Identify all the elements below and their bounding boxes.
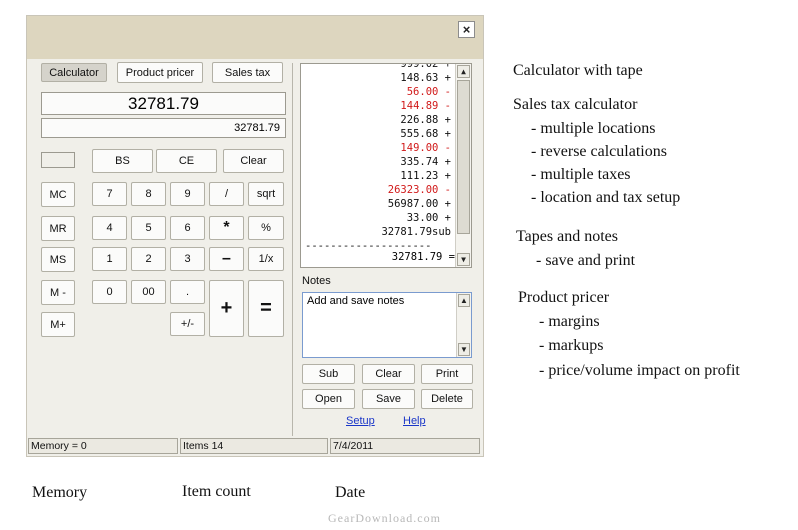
- subtotal-button[interactable]: Sub: [302, 364, 355, 384]
- add-button[interactable]: +: [209, 280, 244, 337]
- delete-button[interactable]: Delete: [421, 389, 473, 409]
- key-1[interactable]: 1: [92, 247, 127, 271]
- caption-date: Date: [335, 484, 366, 501]
- memory-subtract-button[interactable]: M -: [41, 280, 75, 305]
- scroll-down-icon[interactable]: ▼: [458, 343, 470, 356]
- caption-tapes-notes: Tapes and notes: [516, 228, 618, 245]
- caption-sales-tax-item: - multiple locations: [531, 120, 656, 137]
- tape-line: 111.23 +: [400, 170, 451, 182]
- title-bar[interactable]: ×: [27, 16, 483, 59]
- tape-total: 32781.79 =: [391, 251, 455, 263]
- clear-button[interactable]: Clear: [223, 149, 284, 173]
- decimal-button[interactable]: .: [170, 280, 205, 304]
- key-6[interactable]: 6: [170, 216, 205, 240]
- memory-clear-button[interactable]: MC: [41, 182, 75, 207]
- key-2[interactable]: 2: [131, 247, 166, 271]
- close-icon[interactable]: ×: [458, 21, 475, 38]
- tape-line: 149.00 -: [400, 142, 451, 154]
- caption-sales-tax-item: - location and tax setup: [531, 189, 681, 206]
- help-link[interactable]: Help: [403, 415, 426, 427]
- print-button[interactable]: Print: [421, 364, 473, 384]
- multiply-button[interactable]: *: [209, 216, 244, 240]
- clear-entry-button[interactable]: CE: [156, 149, 217, 173]
- tape-list[interactable]: 999.02 + 148.63 + 56.00 - 144.89 - 226.88 + 5…: [300, 63, 472, 268]
- tape-scrollbar[interactable]: ▲ ▼: [455, 64, 471, 267]
- scroll-up-icon[interactable]: ▲: [457, 65, 470, 78]
- secondary-display: 32781.79: [41, 118, 286, 138]
- tape-line: 32781.79sub: [381, 226, 451, 238]
- tab-product-pricer[interactable]: Product pricer: [117, 62, 203, 83]
- caption-product-pricer-item: - markups: [539, 337, 604, 354]
- caption-sales-tax-item: - reverse calculations: [531, 143, 667, 160]
- scroll-up-icon[interactable]: ▲: [458, 294, 470, 307]
- notes-textarea[interactable]: Add and save notes ▲ ▼: [302, 292, 472, 358]
- key-00[interactable]: 00: [131, 280, 166, 304]
- tape-line: 999.02 +: [400, 63, 451, 70]
- tape-line: 226.88 +: [400, 114, 451, 126]
- save-button[interactable]: Save: [362, 389, 415, 409]
- percent-button[interactable]: %: [248, 216, 284, 240]
- memory-recall-button[interactable]: MR: [41, 216, 75, 241]
- tape-lines: 999.02 + 148.63 + 56.00 - 144.89 - 226.88 + 5…: [301, 63, 455, 253]
- key-0[interactable]: 0: [92, 280, 127, 304]
- caption-sales-tax: Sales tax calculator: [513, 96, 638, 113]
- key-9[interactable]: 9: [170, 182, 205, 206]
- status-date: 7/4/2011: [330, 438, 480, 454]
- watermark: GearDownload.com: [328, 511, 441, 525]
- memory-add-button[interactable]: M+: [41, 312, 75, 337]
- divide-button[interactable]: /: [209, 182, 244, 206]
- backspace-button[interactable]: BS: [92, 149, 153, 173]
- caption-item-count: Item count: [182, 483, 251, 500]
- scroll-thumb[interactable]: [457, 80, 470, 234]
- tape-line: 33.00 +: [406, 212, 451, 224]
- status-memory: Memory = 0: [28, 438, 178, 454]
- setup-link[interactable]: Setup: [346, 415, 375, 427]
- status-bar: Memory = 0 Items 14 7/4/2011: [27, 436, 483, 456]
- equals-button[interactable]: =: [248, 280, 284, 337]
- caption-product-pricer: Product pricer: [518, 289, 610, 306]
- key-5[interactable]: 5: [131, 216, 166, 240]
- tape-line: 148.63 +: [400, 72, 451, 84]
- caption-tapes-notes-item: - save and print: [536, 252, 636, 269]
- sqrt-button[interactable]: sqrt: [248, 182, 284, 206]
- notes-scrollbar[interactable]: ▲ ▼: [456, 293, 471, 357]
- tape-line: 26323.00 -: [387, 184, 451, 196]
- notes-text: Add and save notes: [307, 295, 405, 307]
- caption-sales-tax-item: - multiple taxes: [531, 166, 631, 183]
- caption-product-pricer-item: - price/volume impact on profit: [539, 362, 740, 379]
- panel-divider: [292, 63, 293, 436]
- tape-line: 56987.00 +: [387, 198, 451, 210]
- calculator-window: × Calculator Product pricer Sales tax 32…: [26, 15, 484, 457]
- open-button[interactable]: Open: [302, 389, 355, 409]
- key-8[interactable]: 8: [131, 182, 166, 206]
- reciprocal-button[interactable]: 1/x: [248, 247, 284, 271]
- status-item-count: Items 14: [180, 438, 328, 454]
- key-4[interactable]: 4: [92, 216, 127, 240]
- main-display: 32781.79: [41, 92, 286, 115]
- notes-label: Notes: [302, 275, 331, 287]
- caption-memory: Memory: [32, 484, 88, 501]
- clear-tape-button[interactable]: Clear: [362, 364, 415, 384]
- key-3[interactable]: 3: [170, 247, 205, 271]
- caption-calculator-with-tape: Calculator with tape: [513, 62, 643, 79]
- memory-store-button[interactable]: MS: [41, 247, 75, 272]
- tape-line: 56.00 -: [406, 86, 451, 98]
- tape-line: 144.89 -: [400, 100, 451, 112]
- memory-indicator: [41, 152, 75, 168]
- tab-calculator[interactable]: Calculator: [41, 63, 107, 82]
- key-7[interactable]: 7: [92, 182, 127, 206]
- scroll-down-icon[interactable]: ▼: [457, 253, 470, 266]
- tape-line: 555.68 +: [400, 128, 451, 140]
- tape-line: 335.74 +: [400, 156, 451, 168]
- sign-toggle-button[interactable]: +/-: [170, 312, 205, 336]
- tab-sales-tax[interactable]: Sales tax: [212, 62, 283, 83]
- subtract-button[interactable]: –: [209, 247, 244, 271]
- caption-product-pricer-item: - margins: [539, 313, 600, 330]
